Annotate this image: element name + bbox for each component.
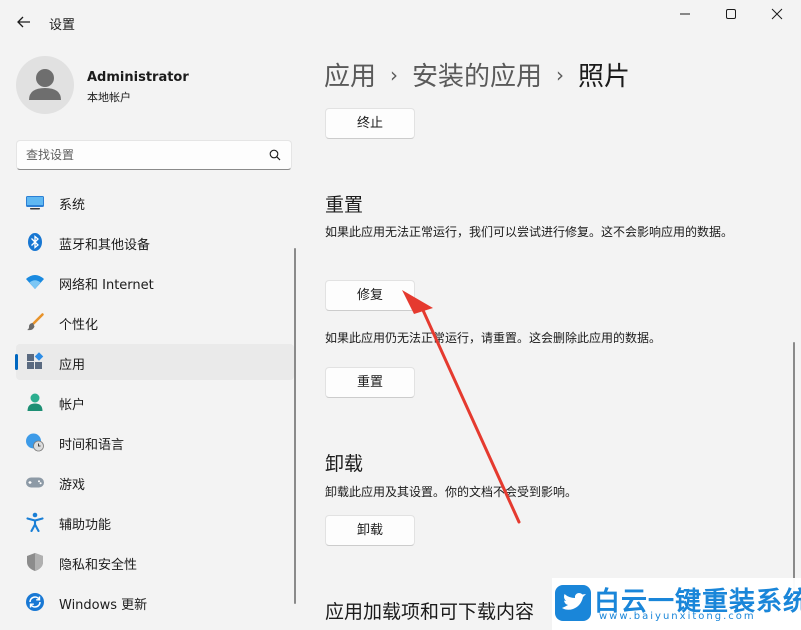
sidebar-item-label: 隐私和安全性 — [59, 558, 138, 573]
sidebar-item-label: 蓝牙和其他设备 — [59, 238, 151, 253]
sidebar-scrollbar[interactable] — [294, 248, 296, 604]
person-icon — [27, 393, 43, 411]
update-icon — [26, 593, 44, 611]
sidebar-item-label: 个性化 — [59, 318, 99, 333]
sidebar-item-privacy[interactable]: 隐私和安全性 — [16, 544, 294, 580]
app-title: 设置 — [49, 18, 76, 33]
minimize-button[interactable] — [662, 0, 708, 32]
uninstall-description: 卸载此应用及其设置。你的文档不会受到影响。 — [325, 485, 578, 499]
breadcrumb-item-apps[interactable]: 应用 — [324, 62, 376, 92]
sidebar-nav: 系统 蓝牙和其他设备 网络和 Internet 个性化 应用 帐户 时间和语言 … — [15, 184, 294, 624]
shield-icon — [27, 553, 43, 571]
reset-section-title: 重置 — [325, 194, 364, 216]
breadcrumb-separator: › — [556, 63, 565, 87]
breadcrumb-separator: › — [390, 63, 399, 87]
watermark: 白云一键重装系统 www.baiyunxitong.com — [552, 578, 801, 630]
sidebar-item-label: 应用 — [59, 358, 86, 373]
back-button[interactable] — [12, 10, 36, 34]
sidebar-item-label: 帐户 — [59, 398, 86, 413]
sidebar-item-gaming[interactable]: 游戏 — [16, 464, 294, 500]
sidebar-item-label: 时间和语言 — [59, 438, 125, 453]
back-arrow-icon — [17, 16, 30, 28]
close-button[interactable] — [754, 0, 800, 32]
sidebar-item-label: 游戏 — [59, 478, 86, 493]
profile-name: Administrator — [87, 70, 189, 85]
bird-logo-icon — [555, 585, 591, 621]
sidebar-item-apps[interactable]: 应用 — [15, 344, 294, 380]
sidebar-item-accounts[interactable]: 帐户 — [16, 384, 294, 420]
brush-icon — [27, 313, 44, 331]
title-bar: 设置 — [0, 0, 801, 44]
minimize-icon — [680, 13, 690, 15]
user-icon — [29, 69, 61, 100]
repair-button[interactable]: 修复 — [325, 280, 415, 311]
monitor-icon — [26, 196, 44, 210]
globe-clock-icon — [26, 433, 44, 452]
content-scrollbar[interactable] — [793, 342, 795, 604]
sidebar-item-label: 系统 — [59, 198, 86, 213]
breadcrumb: 应用 › 安装的应用 › 照片 — [324, 56, 630, 93]
maximize-icon — [726, 9, 736, 19]
selection-indicator — [15, 354, 18, 370]
uninstall-button[interactable]: 卸载 — [325, 515, 415, 546]
sidebar-item-time-language[interactable]: 时间和语言 — [16, 424, 294, 460]
bluetooth-icon — [28, 233, 42, 251]
maximize-button[interactable] — [708, 0, 754, 32]
search-icon[interactable] — [269, 149, 281, 161]
apps-icon — [27, 352, 44, 369]
sidebar-item-label: Windows 更新 — [59, 598, 148, 613]
gamepad-icon — [26, 477, 44, 488]
sidebar-item-bluetooth[interactable]: 蓝牙和其他设备 — [16, 224, 294, 260]
reset-button[interactable]: 重置 — [325, 367, 415, 398]
sidebar-item-system[interactable]: 系统 — [16, 184, 294, 220]
close-icon — [771, 8, 783, 20]
reset-description: 如果此应用仍无法正常运行，请重置。这会删除此应用的数据。 — [325, 331, 662, 345]
accessibility-icon — [26, 512, 44, 532]
search-box — [16, 140, 292, 170]
search-input[interactable] — [26, 146, 256, 164]
sidebar-item-network[interactable]: 网络和 Internet — [16, 264, 294, 300]
avatar[interactable] — [16, 56, 74, 114]
sidebar-item-label: 网络和 Internet — [59, 278, 154, 293]
watermark-url: www.baiyunxitong.com — [599, 611, 756, 622]
breadcrumb-item-installed-apps[interactable]: 安装的应用 — [412, 62, 542, 92]
terminate-button[interactable]: 终止 — [325, 108, 415, 139]
uninstall-section-title: 卸载 — [325, 453, 364, 475]
wifi-icon — [26, 275, 44, 289]
sidebar-item-label: 辅助功能 — [59, 518, 112, 533]
sidebar-item-windows-update[interactable]: Windows 更新 — [16, 584, 294, 620]
addons-section-title: 应用加载项和可下载内容 — [325, 601, 535, 623]
sidebar-item-personalization[interactable]: 个性化 — [16, 304, 294, 340]
profile-account-type: 本地帐户 — [87, 91, 131, 104]
repair-description: 如果此应用无法正常运行，我们可以尝试进行修复。这不会影响应用的数据。 — [325, 225, 734, 239]
sidebar-item-accessibility[interactable]: 辅助功能 — [16, 504, 294, 540]
page-title: 照片 — [578, 62, 631, 92]
